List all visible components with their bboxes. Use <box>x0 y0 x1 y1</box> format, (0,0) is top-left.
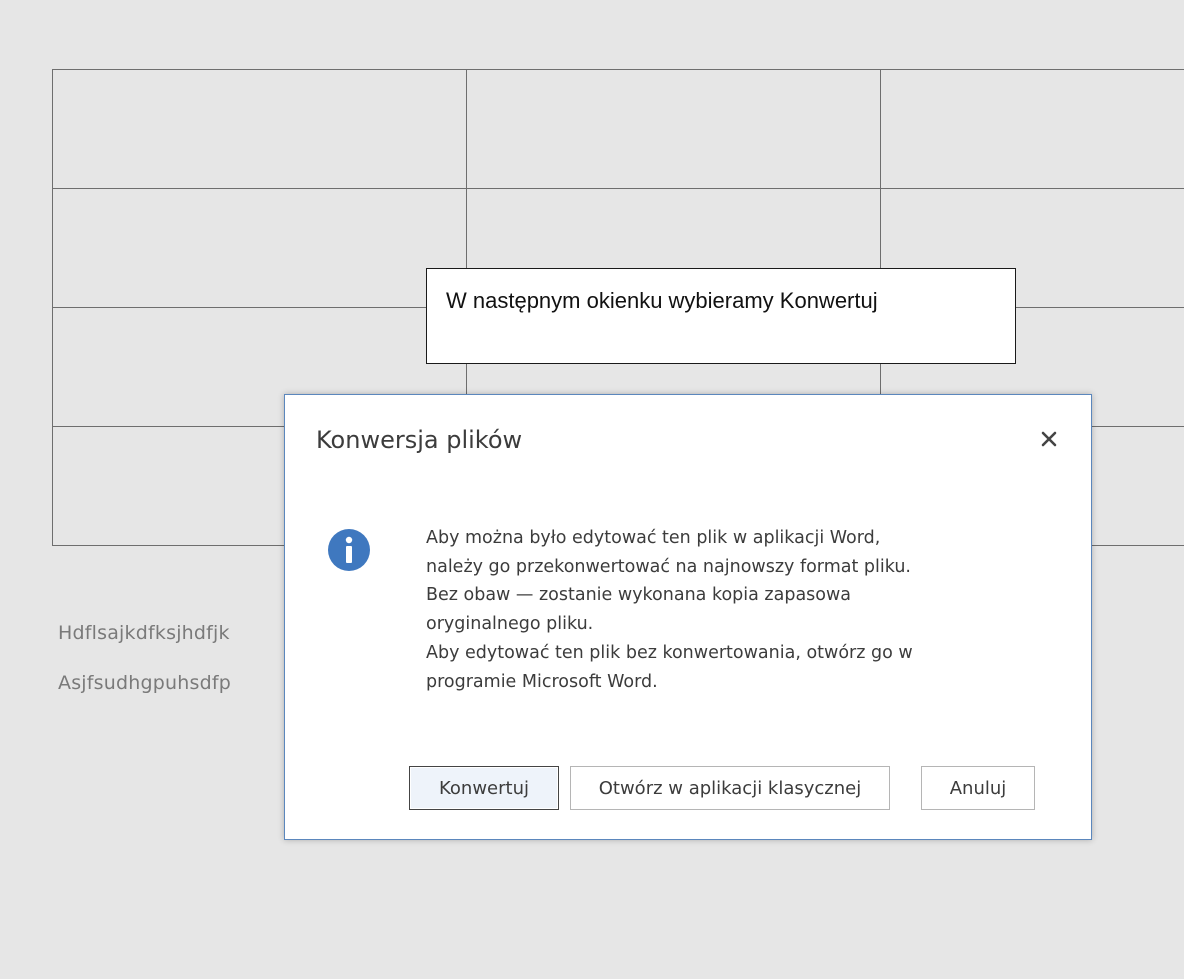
document-text-line-2: Asjfsudhgpuhsdfp <box>58 672 232 694</box>
message-line: Aby można było edytować ten plik w aplik… <box>426 528 881 548</box>
callout-text: W następnym okienku wybieramy Konwertuj <box>446 288 878 313</box>
open-in-desktop-app-button[interactable]: Otwórz w aplikacji klasycznej <box>570 766 890 810</box>
document-text-line-1: Hdflsajkdfksjhdfjk <box>58 622 230 644</box>
message-line: Bez obaw — zostanie wykonana kopia zapas… <box>426 585 852 606</box>
table-cell <box>52 69 467 189</box>
table-cell <box>466 69 881 189</box>
message-line: oryginalnego pliku. <box>426 614 594 635</box>
message-line: Aby edytować ten plik bez konwertowania,… <box>426 642 913 663</box>
info-icon <box>328 529 370 571</box>
dialog-title: Konwersja plików <box>316 426 523 454</box>
instruction-callout: W następnym okienku wybieramy Konwertuj <box>426 268 1016 364</box>
close-button[interactable] <box>1035 425 1063 453</box>
message-line: programie Microsoft Word. <box>426 671 658 692</box>
table-row <box>52 69 1184 189</box>
message-line: należy go przekonwertować na najnowszy f… <box>426 556 911 577</box>
cancel-button[interactable]: Anuluj <box>921 766 1035 810</box>
dialog-message: Aby można było edytować ten plik w aplik… <box>426 524 1046 696</box>
file-conversion-dialog: Konwersja plików Aby można było edytować… <box>284 394 1092 840</box>
table-cell <box>880 69 1184 189</box>
convert-button[interactable]: Konwertuj <box>409 766 559 810</box>
close-icon <box>1041 431 1057 447</box>
table-cell <box>52 188 467 308</box>
